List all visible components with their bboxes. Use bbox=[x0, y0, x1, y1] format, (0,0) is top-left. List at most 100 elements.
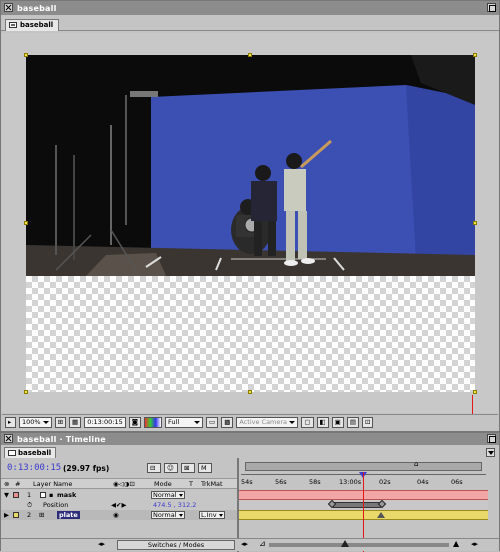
resolution-select[interactable]: Full bbox=[165, 417, 204, 428]
zoom-window-button[interactable] bbox=[487, 3, 496, 12]
ruler-tick: 56s bbox=[275, 478, 287, 486]
column-headers: ⊗ # Layer Name ◉◁◑⊡ Mode T TrkMat bbox=[1, 478, 238, 489]
expand-panel-icon[interactable]: ◂▸ bbox=[98, 540, 105, 548]
timeline-bottom-bar: ◂▸ Switches / Modes ◂▸ ⊿ ▲ ◂▸ bbox=[1, 538, 499, 551]
composition-window: baseball baseball ▸ 100% ⊞ ▦ 0:13:00:15 … bbox=[0, 0, 500, 432]
trkmat-header[interactable]: TrkMat bbox=[201, 480, 223, 488]
snapshot-icon[interactable]: ◙ bbox=[128, 417, 142, 428]
time-navigator[interactable]: ⌂ bbox=[245, 460, 482, 471]
solid-layer-icon bbox=[40, 492, 46, 498]
zoom-out-icon[interactable]: ⊿ bbox=[259, 539, 266, 548]
layer-row[interactable]: ▼ 1 ▪ mask Normal bbox=[1, 490, 238, 500]
footage-icon: ⊞ bbox=[39, 511, 45, 519]
always-preview-icon[interactable]: ▸ bbox=[5, 417, 16, 428]
comp-tab-label: baseball bbox=[20, 21, 54, 29]
layer-handle[interactable] bbox=[473, 53, 477, 57]
keyframe-nav-icon[interactable]: ◀✔▶ bbox=[111, 501, 126, 509]
time-zoom-slider[interactable] bbox=[269, 540, 449, 547]
layer-name[interactable]: plate bbox=[57, 511, 80, 519]
keyframe-span bbox=[333, 502, 381, 508]
transparency-grid-icon[interactable]: ▩ bbox=[221, 417, 234, 428]
transparency-grid bbox=[26, 276, 475, 392]
collapse-triangle-icon[interactable]: ▼ bbox=[4, 491, 9, 499]
close-window-button[interactable] bbox=[4, 3, 13, 12]
stopwatch-icon[interactable]: ⏱ bbox=[27, 501, 32, 510]
view-layout-icon[interactable]: ▢ bbox=[301, 417, 314, 428]
show-channel-icon[interactable] bbox=[144, 417, 163, 428]
ruler-tick: 06s bbox=[451, 478, 463, 486]
frame-rate-label: (29.97 fps) bbox=[63, 464, 110, 473]
zoom-timeline-button[interactable] bbox=[487, 434, 496, 443]
video-frame bbox=[26, 55, 475, 276]
layer-handle[interactable] bbox=[24, 390, 28, 394]
composition-icon bbox=[9, 22, 17, 28]
ruler-tick: 04s bbox=[417, 478, 429, 486]
work-area-marker-icon[interactable]: ⌂ bbox=[414, 460, 418, 468]
zoom-select[interactable]: 100% bbox=[19, 417, 52, 428]
ruler-tick: 58s bbox=[309, 478, 321, 486]
layer-handle[interactable] bbox=[473, 390, 477, 394]
comp-pasteboard bbox=[2, 33, 498, 415]
layer-row[interactable]: ▶ 2 ⊞ plate ◉ Normal L.Inv bbox=[1, 510, 238, 520]
comp-viewer[interactable] bbox=[24, 53, 477, 415]
layer-handle[interactable] bbox=[24, 221, 28, 225]
timeline-tabbar: baseball bbox=[1, 446, 499, 458]
position-value[interactable]: 474.5 , 312.2 bbox=[153, 501, 196, 509]
time-zoom-thumb[interactable] bbox=[341, 540, 349, 547]
timeline-tab-label: baseball bbox=[18, 449, 52, 457]
layer-handle[interactable] bbox=[473, 221, 477, 225]
comp-flowchart-icon[interactable]: ⊡ bbox=[361, 417, 374, 428]
motion-blur-icon[interactable]: M bbox=[198, 463, 212, 473]
fast-previews-icon[interactable]: ▣ bbox=[331, 417, 344, 428]
track-matte-select[interactable]: L.Inv bbox=[199, 511, 225, 519]
pixel-aspect-icon[interactable]: ◧ bbox=[316, 417, 329, 428]
mode-header[interactable]: Mode bbox=[154, 480, 172, 488]
layer-handle[interactable] bbox=[248, 390, 252, 394]
number-column-icon: # bbox=[15, 480, 21, 488]
label-color-swatch[interactable] bbox=[13, 492, 19, 498]
zoom-in-icon[interactable]: ▲ bbox=[453, 539, 459, 548]
grid-icon[interactable]: ▦ bbox=[69, 417, 82, 428]
property-name: Position bbox=[43, 501, 69, 509]
close-timeline-button[interactable] bbox=[4, 434, 13, 443]
comp-tab[interactable]: baseball bbox=[5, 19, 60, 31]
region-of-interest-icon[interactable]: ▭ bbox=[206, 417, 219, 428]
blend-mode-select[interactable]: Normal bbox=[151, 511, 185, 519]
current-time-field[interactable]: 0:13:00:15 bbox=[84, 417, 126, 428]
layer-number: 1 bbox=[27, 491, 32, 499]
frame-blending-icon[interactable]: ⊠ bbox=[181, 463, 195, 473]
label-column-icon: ⊗ bbox=[4, 480, 10, 488]
expand-triangle-icon[interactable]: ▶ bbox=[4, 511, 9, 519]
comp-titlebar[interactable]: baseball bbox=[1, 1, 499, 15]
t-header: T bbox=[189, 480, 193, 488]
layer-handle[interactable] bbox=[24, 53, 28, 57]
view-select[interactable]: Active Camera bbox=[236, 417, 299, 428]
switches-modes-toggle[interactable]: Switches / Modes bbox=[117, 540, 235, 550]
timeline-icon[interactable]: ▤ bbox=[346, 417, 359, 428]
comp-window-title: baseball bbox=[17, 3, 57, 13]
baseball-scene-image bbox=[26, 55, 475, 276]
comp-marker-icon[interactable]: ⊟ bbox=[147, 463, 161, 473]
timeline-tab[interactable]: baseball bbox=[4, 447, 57, 458]
timeline-titlebar[interactable]: baseball · Timeline bbox=[1, 433, 499, 445]
layer-marker-icon[interactable] bbox=[377, 512, 385, 518]
comp-tabbar: baseball bbox=[1, 17, 499, 45]
safe-zones-icon[interactable]: ⊞ bbox=[54, 417, 67, 428]
layer-handle[interactable] bbox=[248, 53, 252, 57]
video-visibility-icon[interactable]: ◉ bbox=[113, 511, 119, 519]
comp-controls-bar: ▸ 100% ⊞ ▦ 0:13:00:15 ◙ Full ▭ ▩ Active … bbox=[2, 414, 498, 430]
ruler-tick: 13:00s bbox=[339, 478, 362, 486]
composition-icon bbox=[8, 450, 16, 456]
layer-name-header[interactable]: Layer Name bbox=[33, 480, 72, 488]
shy-layers-icon[interactable]: ☺ bbox=[164, 463, 178, 473]
shift-left-icon[interactable]: ◂▸ bbox=[241, 540, 248, 548]
blend-mode-select[interactable]: Normal bbox=[151, 491, 185, 499]
timeline-current-time[interactable]: 0:13:00:15 bbox=[7, 463, 61, 473]
property-row[interactable]: ⏱ Position ◀✔▶ 474.5 , 312.2 bbox=[1, 500, 238, 510]
av-features-icons: ◉◁◑⊡ bbox=[113, 480, 135, 488]
timeline-panel-menu-button[interactable] bbox=[486, 448, 495, 457]
label-color-swatch[interactable] bbox=[13, 512, 19, 518]
layer-name[interactable]: mask bbox=[57, 491, 76, 499]
timeline-graph-pane: ⌂ 54s 56s 58s 13:00s 02s 04s 06s bbox=[239, 458, 488, 552]
scroll-arrows-icon[interactable]: ◂▸ bbox=[471, 540, 478, 548]
